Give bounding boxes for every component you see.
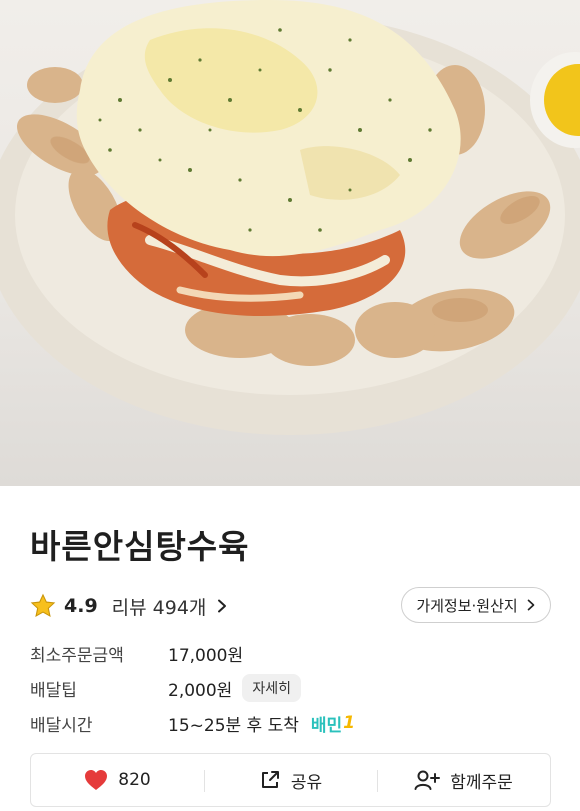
min-order-label: 최소주문금액 — [30, 645, 124, 666]
chevron-right-icon — [527, 599, 535, 611]
delivery-tip-row: 배달팁 2,000원 자세히 — [30, 673, 301, 703]
store-info-button[interactable]: 가게정보·원산지 — [401, 587, 551, 623]
store-name: 바른안심탕수육 — [30, 527, 250, 566]
review-count: 리뷰 494개 — [111, 596, 207, 619]
heart-icon — [85, 770, 108, 790]
baemin-badge-text: 배민 — [310, 715, 343, 736]
like-button[interactable]: 820 — [31, 754, 204, 806]
delivery-time-label: 배달시간 — [30, 715, 93, 736]
delivery-time-value: 15~25분 후 도착 — [168, 715, 299, 736]
action-bar: 820 공유 함께주문 — [30, 753, 551, 807]
store-hero-image — [0, 0, 580, 486]
share-button[interactable]: 공유 — [204, 754, 377, 806]
group-order-button[interactable]: 함께주문 — [377, 754, 550, 806]
delivery-tip-value: 2,000원 — [168, 680, 233, 701]
baemin-badge-one: 1 — [343, 713, 356, 733]
add-person-icon — [414, 770, 441, 790]
rating-score: 4.9 — [64, 595, 98, 617]
like-count: 820 — [118, 770, 151, 790]
food-photo — [0, 0, 580, 435]
min-order-value: 17,000원 — [168, 645, 244, 666]
min-order-row: 최소주문금액 17,000원 — [30, 638, 243, 668]
delivery-tip-label: 배달팁 — [30, 680, 77, 701]
group-order-label: 함께주문 — [450, 772, 513, 793]
baemin-one-badge: 배민 1 — [311, 711, 355, 736]
share-label: 공유 — [290, 772, 323, 793]
star-icon — [30, 593, 56, 618]
rating-row: 4.9 리뷰 494개 — [30, 590, 228, 622]
delivery-tip-detail-button[interactable]: 자세히 — [242, 674, 301, 702]
share-icon — [261, 771, 279, 788]
chevron-right-icon — [218, 599, 227, 613]
store-info-label: 가게정보·원산지 — [416, 596, 518, 615]
review-link[interactable]: 리뷰 494개 — [112, 593, 229, 620]
delivery-time-row: 배달시간 15~25분 후 도착 배민 1 — [30, 708, 355, 738]
